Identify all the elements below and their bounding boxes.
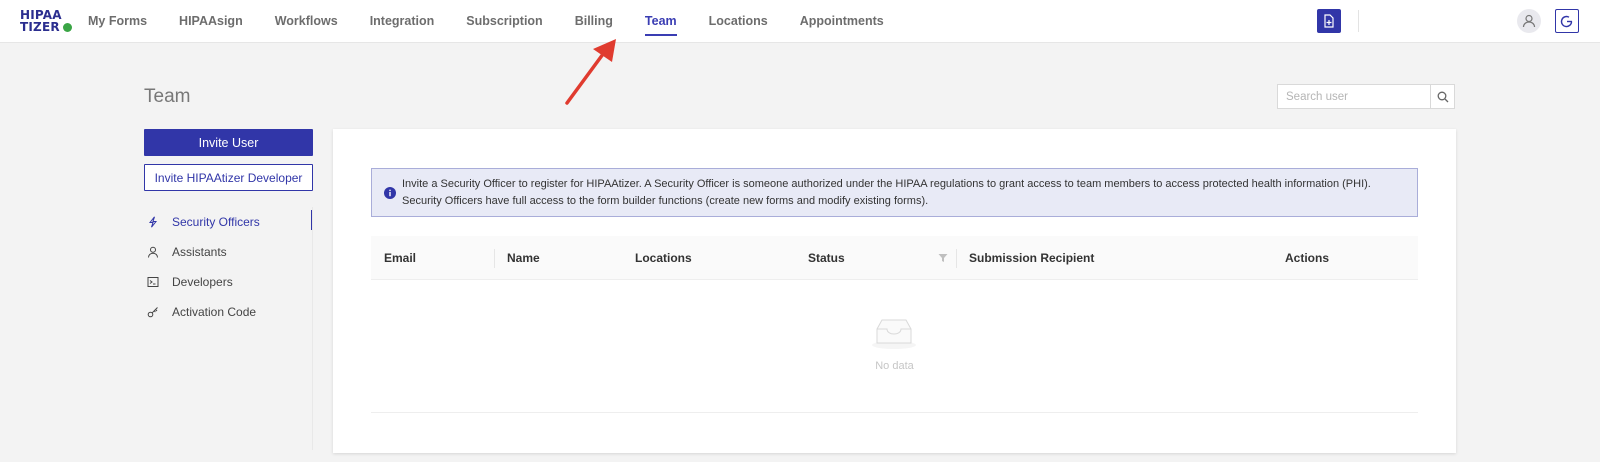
logo-dot-icon — [63, 23, 72, 32]
user-icon — [146, 245, 160, 259]
empty-inbox-icon — [872, 319, 916, 349]
logout-button[interactable] — [1555, 9, 1579, 33]
search-button[interactable] — [1431, 85, 1454, 108]
column-actions: Actions — [1285, 251, 1330, 265]
nav-workflows[interactable]: Workflows — [275, 0, 338, 43]
nav-locations[interactable]: Locations — [709, 0, 768, 43]
search-user-input[interactable] — [1278, 85, 1431, 108]
sidebar-item-developers[interactable]: Developers — [144, 267, 313, 297]
new-form-button[interactable] — [1317, 9, 1341, 33]
key-icon — [146, 305, 160, 319]
team-content-card: Invite a Security Officer to register fo… — [333, 129, 1456, 453]
lightning-icon — [146, 215, 160, 229]
sidebar-item-assistants[interactable]: Assistants — [144, 237, 313, 267]
sidebar-divider — [312, 207, 313, 450]
logout-icon — [1560, 15, 1573, 28]
hipaatizer-logo[interactable]: HIPAA TIZER — [20, 9, 74, 35]
table-header: Email Name Locations Status Submission R… — [371, 236, 1418, 280]
info-icon — [384, 187, 396, 199]
column-divider — [494, 249, 495, 268]
column-status[interactable]: Status — [808, 236, 845, 280]
info-banner-text: Invite a Security Officer to register fo… — [402, 178, 1371, 207]
column-divider — [956, 249, 957, 268]
nav-divider — [1358, 10, 1359, 32]
nav-appointments[interactable]: Appointments — [800, 0, 884, 43]
sidebar-item-label: Developers — [172, 275, 233, 289]
sidebar-item-label: Assistants — [172, 245, 227, 259]
invite-developer-button[interactable]: Invite HIPAAtizer Developer — [144, 164, 313, 191]
top-navbar: HIPAA TIZER My Forms HIPAAsign Workflows… — [0, 0, 1600, 43]
search-icon — [1437, 91, 1448, 102]
filter-icon[interactable] — [938, 253, 948, 263]
page-title: Team — [144, 86, 191, 107]
info-banner: Invite a Security Officer to register fo… — [371, 168, 1418, 217]
user-profile-button[interactable] — [1517, 9, 1541, 33]
sidebar-item-label: Security Officers — [172, 215, 260, 229]
new-form-icon — [1324, 14, 1334, 28]
nav-team[interactable]: Team — [644, 0, 677, 43]
user-icon — [1522, 14, 1536, 28]
main-nav: My Forms HIPAAsign Workflows Integration… — [88, 0, 916, 43]
nav-my-forms[interactable]: My Forms — [88, 0, 147, 43]
column-email[interactable]: Email — [384, 236, 416, 280]
column-submission-recipient[interactable]: Submission Recipient — [969, 236, 1094, 280]
table-empty-state: No data — [371, 280, 1418, 413]
nav-subscription[interactable]: Subscription — [466, 0, 542, 43]
search-user-box — [1277, 84, 1455, 109]
column-name[interactable]: Name — [507, 236, 540, 280]
sidebar-item-label: Activation Code — [172, 305, 257, 319]
team-sidebar-menu: Security Officers Assistants Developers … — [144, 207, 313, 327]
terminal-icon — [146, 275, 160, 289]
invite-user-button[interactable]: Invite User — [144, 129, 313, 156]
nav-hipaasign[interactable]: HIPAAsign — [179, 0, 243, 43]
red-arrow-annotation — [565, 39, 616, 105]
empty-state-text: No data — [875, 360, 914, 372]
security-officers-table: Email Name Locations Status Submission R… — [371, 236, 1418, 413]
nav-integration[interactable]: Integration — [370, 0, 435, 43]
column-locations[interactable]: Locations — [635, 236, 692, 280]
sidebar-item-activation-code[interactable]: Activation Code — [144, 297, 313, 327]
sidebar-item-security-officers[interactable]: Security Officers — [144, 207, 313, 237]
